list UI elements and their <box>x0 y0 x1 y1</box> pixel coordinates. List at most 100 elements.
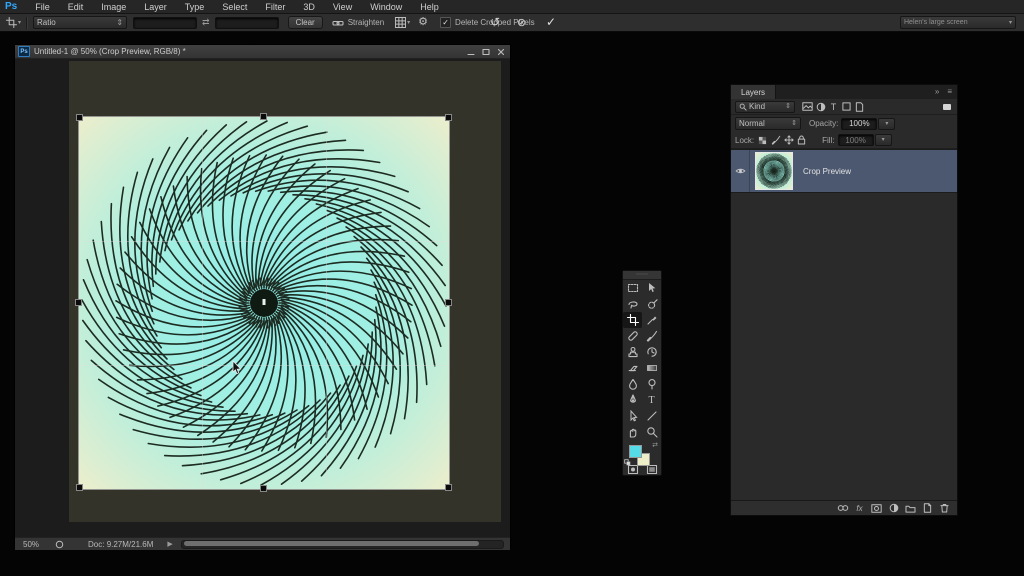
crop-handle-middle-left[interactable] <box>75 299 82 306</box>
layer-thumbnail[interactable] <box>755 152 793 190</box>
opacity-dropdown[interactable]: ▾ <box>878 118 895 130</box>
document-titlebar[interactable]: Ps Untitled-1 @ 50% (Crop Preview, RGB/8… <box>15 45 510 59</box>
panel-menu-icon[interactable]: ≡ <box>947 88 952 96</box>
menu-select[interactable]: Select <box>213 2 256 12</box>
delete-cropped-pixels-checkbox[interactable]: ✓ <box>440 17 451 28</box>
new-group-folder-icon[interactable] <box>904 502 917 515</box>
filter-pixel-layers-icon[interactable] <box>801 100 814 113</box>
zoom-level[interactable]: 50% <box>23 540 39 549</box>
close-window-icon[interactable] <box>495 47 507 57</box>
filter-kind-select[interactable]: Kind ⇕ <box>735 101 795 113</box>
crop-preview-region[interactable] <box>79 117 449 489</box>
crop-tool-preset-icon[interactable] <box>5 16 18 29</box>
crop-height-input[interactable] <box>215 17 279 29</box>
swap-width-height-icon[interactable]: ⇄ <box>202 18 210 27</box>
menu-type[interactable]: Type <box>176 2 214 12</box>
tool-clone-stamp[interactable] <box>623 344 642 360</box>
layer-visibility-toggle[interactable] <box>731 150 750 192</box>
restore-window-icon[interactable] <box>480 47 492 57</box>
tools-panel-grip[interactable]: ⋯⋯ <box>623 271 661 280</box>
menu-view[interactable]: View <box>324 2 361 12</box>
tool-move[interactable] <box>642 280 661 296</box>
filter-shape-layers-icon[interactable] <box>840 100 853 113</box>
lock-position-icon[interactable] <box>782 134 795 147</box>
tool-gradient[interactable] <box>642 360 661 376</box>
crop-handle-top-center[interactable] <box>260 113 267 120</box>
crop-handle-middle-right[interactable] <box>445 299 452 306</box>
tool-zoom[interactable] <box>642 424 661 440</box>
tool-hand[interactable] <box>623 424 642 440</box>
status-flyout-icon[interactable]: ▶ <box>167 541 172 548</box>
tool-rectangular-marquee[interactable] <box>623 280 642 296</box>
cancel-crop-icon[interactable]: ⊘ <box>517 16 526 29</box>
clear-button[interactable]: Clear <box>288 16 323 29</box>
overlay-options-icon[interactable] <box>394 16 407 29</box>
menu-window[interactable]: Window <box>361 2 411 12</box>
menu-edit[interactable]: Edit <box>59 2 93 12</box>
crop-handle-bottom-left[interactable] <box>76 484 83 491</box>
tool-healing-brush[interactable] <box>623 328 642 344</box>
crop-settings-gear-icon[interactable]: ⚙ <box>418 17 428 28</box>
tool-history-brush[interactable] <box>642 344 661 360</box>
fill-value[interactable]: 100% <box>838 134 874 146</box>
crop-handle-bottom-center[interactable] <box>260 485 267 492</box>
menu-file[interactable]: File <box>26 2 59 12</box>
ratio-preset-select[interactable]: Ratio ⇕ <box>33 16 127 29</box>
canvas-area[interactable] <box>15 59 510 537</box>
filter-smart-objects-icon[interactable] <box>853 100 866 113</box>
delete-layer-trash-icon[interactable] <box>938 502 951 515</box>
lock-pixels-icon[interactable] <box>769 134 782 147</box>
tool-brush[interactable] <box>642 328 661 344</box>
fill-dropdown[interactable]: ▾ <box>875 134 892 146</box>
workspace-switcher-select[interactable]: Helen's large screen ▾ <box>900 16 1016 29</box>
tool-eyedropper[interactable] <box>642 312 661 328</box>
lock-all-icon[interactable] <box>795 134 808 147</box>
foreground-color-swatch[interactable] <box>629 445 642 458</box>
menu-filter[interactable]: Filter <box>256 2 294 12</box>
crop-handle-top-left[interactable] <box>76 114 83 121</box>
new-layer-icon[interactable] <box>921 502 934 515</box>
tool-pen[interactable] <box>623 392 642 408</box>
tool-eraser[interactable] <box>623 360 642 376</box>
tool-preset-dropdown-icon[interactable]: ▾ <box>18 20 21 26</box>
new-adjustment-layer-icon[interactable] <box>887 502 900 515</box>
layer-row-crop-preview[interactable]: Crop Preview <box>731 149 957 193</box>
filter-adjustment-layers-icon[interactable] <box>814 100 827 113</box>
tool-lasso[interactable] <box>623 296 642 312</box>
tool-crop-selected[interactable] <box>623 312 642 328</box>
menu-3d[interactable]: 3D <box>294 2 324 12</box>
menu-help[interactable]: Help <box>411 2 448 12</box>
tool-type[interactable]: T <box>642 392 661 408</box>
layer-filtering-toggle[interactable] <box>943 104 951 110</box>
blend-mode-select[interactable]: Normal ⇕ <box>735 117 801 130</box>
blend-opacity-row: Normal ⇕ Opacity: 100% ▾ <box>731 115 957 132</box>
menu-layer[interactable]: Layer <box>135 2 176 12</box>
reset-crop-icon[interactable]: ↺ <box>490 15 500 29</box>
add-layer-mask-icon[interactable] <box>870 502 883 515</box>
crop-width-input[interactable] <box>133 17 197 29</box>
tool-shape[interactable] <box>642 408 661 424</box>
menu-image[interactable]: Image <box>92 2 135 12</box>
link-layers-icon[interactable] <box>836 502 849 515</box>
lock-transparent-icon[interactable] <box>756 134 769 147</box>
crop-handle-top-right[interactable] <box>445 114 452 121</box>
opacity-value[interactable]: 100% <box>841 118 877 130</box>
minimize-window-icon[interactable] <box>465 47 477 57</box>
layer-style-fx-icon[interactable]: fx <box>853 502 866 515</box>
overlay-dropdown-icon[interactable]: ▾ <box>407 20 410 26</box>
horizontal-scrollbar-thumb[interactable] <box>184 541 480 546</box>
tool-dodge[interactable] <box>642 376 661 392</box>
tool-path-selection[interactable] <box>623 408 642 424</box>
tab-layers[interactable]: Layers <box>731 85 776 99</box>
tool-blur[interactable] <box>623 376 642 392</box>
tool-quick-selection[interactable] <box>642 296 661 312</box>
swap-colors-icon[interactable]: ⇄ <box>652 442 658 449</box>
commit-crop-icon[interactable]: ✓ <box>546 15 556 29</box>
layers-panel-tabstrip: Layers » ≡ <box>731 85 957 99</box>
straighten-icon[interactable] <box>332 16 345 29</box>
filter-type-layers-icon[interactable]: T <box>827 100 840 113</box>
layer-name[interactable]: Crop Preview <box>803 167 851 176</box>
crop-handle-bottom-right[interactable] <box>445 484 452 491</box>
collapse-panel-icon[interactable]: » <box>935 88 939 96</box>
horizontal-scrollbar[interactable] <box>181 540 504 549</box>
